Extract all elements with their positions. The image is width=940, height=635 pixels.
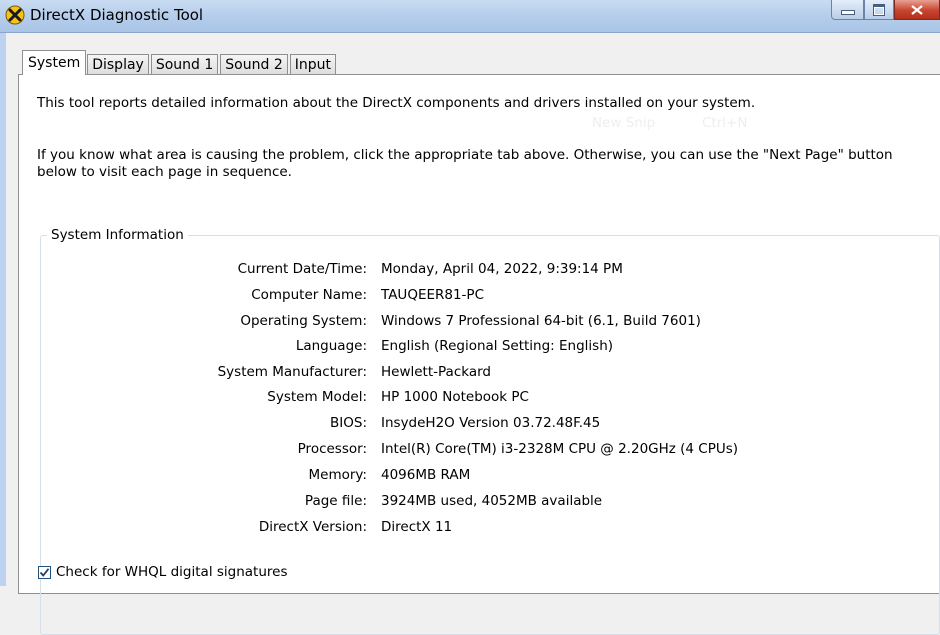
info-row-system-model: System Model: HP 1000 Notebook PC [41,389,940,409]
info-row-computer-name: Computer Name: TAUQEER81-PC [41,287,940,307]
client-area: System Display Sound 1 Sound 2 Input Thi… [0,33,940,635]
info-value: 3924MB used, 4052MB available [381,493,603,509]
info-label: System Model: [267,389,367,405]
whql-label[interactable]: Check for WHQL digital signatures [56,564,287,580]
info-label: System Manufacturer: [217,364,367,380]
tab-strip: System Display Sound 1 Sound 2 Input [20,50,338,75]
ghost-new-snip: New Snip [592,115,656,131]
info-row-bios: BIOS: InsydeH2O Version 03.72.48F.45 [41,415,940,435]
info-row-directx-version: DirectX Version: DirectX 11 [41,519,940,539]
info-label: Computer Name: [251,287,367,303]
maximize-icon [873,3,885,16]
system-tab-panel: This tool reports detailed information a… [18,74,940,635]
checkmark-icon [39,567,50,577]
info-value: Windows 7 Professional 64-bit (6.1, Buil… [381,313,701,329]
info-value: Intel(R) Core(TM) i3-2328M CPU @ 2.20GHz… [381,441,739,457]
group-title: System Information [47,227,188,243]
info-value: English (Regional Setting: English) [381,338,614,354]
info-row-memory: Memory: 4096MB RAM [41,467,940,487]
tab-sound-1[interactable]: Sound 1 [150,54,219,75]
window-controls [831,0,940,20]
info-row-operating-system: Operating System: Windows 7 Professional… [41,313,940,333]
info-label: Language: [295,338,367,354]
title-bar[interactable]: DirectX Diagnostic Tool [0,0,940,33]
info-row-system-manufacturer: System Manufacturer: Hewlett-Packard [41,364,940,384]
ghost-shortcut: Ctrl+N [702,115,748,131]
tab-system[interactable]: System [22,50,87,75]
info-value: Monday, April 04, 2022, 9:39:14 PM [381,261,623,277]
directx-icon [5,5,25,25]
minimize-button[interactable] [831,0,864,20]
maximize-button[interactable] [864,0,894,20]
info-label: DirectX Version: [258,519,367,535]
info-value: TAUQEER81-PC [381,287,484,303]
minimize-icon [840,10,855,15]
info-value: 4096MB RAM [381,467,471,483]
tab-sound-2[interactable]: Sound 2 [220,54,288,75]
close-icon [911,4,923,15]
info-label: Current Date/Time: [237,261,367,277]
window-title: DirectX Diagnostic Tool [30,6,204,24]
info-row-page-file: Page file: 3924MB used, 4052MB available [41,493,940,513]
whql-checkbox-row[interactable]: Check for WHQL digital signatures [38,564,287,580]
info-label: Operating System: [240,313,367,329]
tab-display[interactable]: Display [87,54,149,75]
info-value: InsydeH2O Version 03.72.48F.45 [381,415,601,431]
help-text: If you know what area is causing the pro… [37,147,893,180]
whql-checkbox[interactable] [38,565,51,579]
info-label: Memory: [308,467,367,483]
close-button[interactable] [894,0,940,20]
info-label: Page file: [304,493,367,509]
intro-text: This tool reports detailed information a… [37,95,756,111]
info-row-date-time: Current Date/Time: Monday, April 04, 202… [41,261,940,281]
info-value: HP 1000 Notebook PC [381,389,529,405]
info-label: BIOS: [330,415,367,431]
info-value: Hewlett-Packard [381,364,491,380]
info-label: Processor: [297,441,367,457]
info-row-processor: Processor: Intel(R) Core(TM) i3-2328M CP… [41,441,940,461]
tab-input[interactable]: Input [289,54,336,75]
info-value: DirectX 11 [381,519,453,535]
info-row-language: Language: English (Regional Setting: Eng… [41,338,940,358]
